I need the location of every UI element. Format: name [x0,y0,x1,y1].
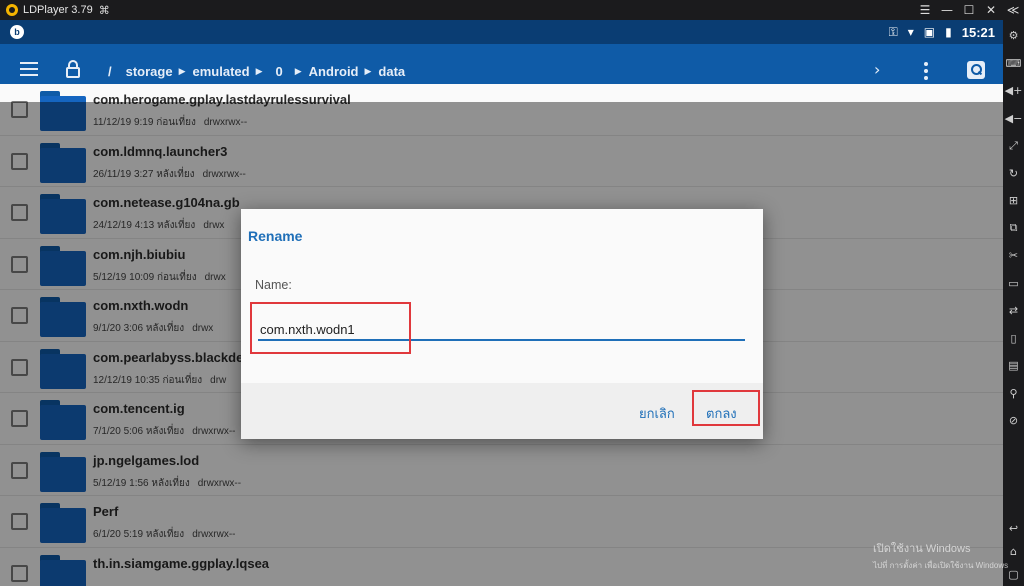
menu-icon[interactable] [20,62,38,76]
close-icon[interactable]: ✕ [980,3,1002,17]
settings-icon[interactable]: ⚙ [1003,22,1024,50]
key-icon: ⚿ [888,24,898,39]
minimize-icon[interactable]: — [936,3,958,17]
maximize-icon[interactable]: ☐ [958,3,980,17]
ldplayer-window: LDPlayer 3.79 ⌘ ☰ — ☐ ✕ ≪ ⚙ ⌨ ◀+ ◀− ⤢ ↻ ⊞ ⧉ ✂ ▭ ⇄ ▯… [0,0,1024,586]
search-icon[interactable] [967,61,985,79]
rotate-icon[interactable]: ↻ [1003,160,1024,188]
name-field-label: Name: [255,278,292,292]
next-icon[interactable]: › [874,60,880,79]
status-time: 15:21 [961,24,995,40]
emulator-titlebar: LDPlayer 3.79 ⌘ ☰ — ☐ ✕ ≪ [0,0,1024,20]
volume-up-icon[interactable]: ◀+ [1003,77,1024,105]
cancel-button[interactable]: ยกเลิก [639,403,675,424]
breadcrumb-root[interactable]: / [108,64,112,79]
wifi-icon: ▾ [907,25,914,39]
more-vert-icon[interactable] [919,62,933,80]
operation-record-icon[interactable]: ⊘ [1003,407,1024,435]
breadcrumb-data[interactable]: data [378,64,405,79]
status-bar: b ⚿ ▾ ▣ ▮ 15:21 [0,20,1003,44]
hamburger-menu-icon[interactable]: ☰ [914,3,936,17]
location-icon[interactable]: ⚲ [1003,380,1024,408]
name-input[interactable] [258,320,745,341]
collapse-sidebar-icon[interactable]: ≪ [1002,3,1024,17]
breadcrumb-0[interactable]: 0 [276,64,283,79]
keyboard-icon[interactable]: ⌨ [1003,50,1024,78]
breadcrumb-separator-icon: ▶ [255,66,263,77]
dialog-title: Rename [248,228,303,244]
gamepad-icon[interactable]: ⌘ [99,4,110,17]
volume-down-icon[interactable]: ◀− [1003,105,1024,133]
breadcrumb-emulated[interactable]: emulated [193,64,250,79]
no-sim-icon: ▣ [923,25,936,39]
emulator-sidebar: ⚙ ⌨ ◀+ ◀− ⤢ ↻ ⊞ ⧉ ✂ ▭ ⇄ ▯ ▤ ⚲ ⊘ ↩ ⌂ ▢ [1003,20,1024,586]
emulator-title: LDPlayer 3.79 [23,4,93,16]
android-screen: b ⚿ ▾ ▣ ▮ 15:21 / storage ▶ emulated ▶ 0… [0,20,1003,586]
add-apk-icon[interactable]: ⊞ [1003,187,1024,215]
fullscreen-icon[interactable]: ⤢ [1003,132,1024,160]
rename-dialog: Rename Name: ยกเลิก ตกลง [241,209,763,439]
status-icons: ⚿ ▾ ▣ ▮ 15:21 [889,20,995,44]
shake-icon[interactable]: ▯ [1003,325,1024,353]
watermark-line-1: เปิดใช้งาน Windows [873,543,971,555]
ldplayer-logo-icon [6,4,18,16]
ok-button[interactable]: ตกลง [706,403,737,424]
app-notification-icon: b [10,25,24,39]
battery-icon: ▮ [945,25,952,39]
breadcrumb-storage[interactable]: storage [126,64,173,79]
dialog-button-bar [241,383,763,439]
screenshot-icon[interactable]: ⧉ [1003,215,1024,243]
record-icon[interactable]: ▭ [1003,270,1024,298]
windows-activation-watermark: เปิดใช้งาน Windows ไปที่ การตั้งค่า เพื่… [873,539,1008,572]
window-controls: ☰ — ☐ ✕ ≪ [914,0,1024,20]
breadcrumb-separator-icon: ▶ [294,66,302,77]
back-icon[interactable]: ↩ [1003,517,1024,540]
lock-icon[interactable] [66,60,80,78]
breadcrumb-android[interactable]: Android [309,64,359,79]
breadcrumb-separator-icon: ▶ [178,66,186,77]
sync-icon[interactable]: ⇄ [1003,297,1024,325]
watermark-line-2: ไปที่ การตั้งค่า เพื่อเปิดใช้งาน Windows [873,561,1009,570]
breadcrumb: / storage ▶ emulated ▶ 0 ▶ Android ▶ dat… [108,64,411,79]
display-icon[interactable]: ▤ [1003,352,1024,380]
breadcrumb-separator-icon: ▶ [364,66,372,77]
scissors-icon[interactable]: ✂ [1003,242,1024,270]
